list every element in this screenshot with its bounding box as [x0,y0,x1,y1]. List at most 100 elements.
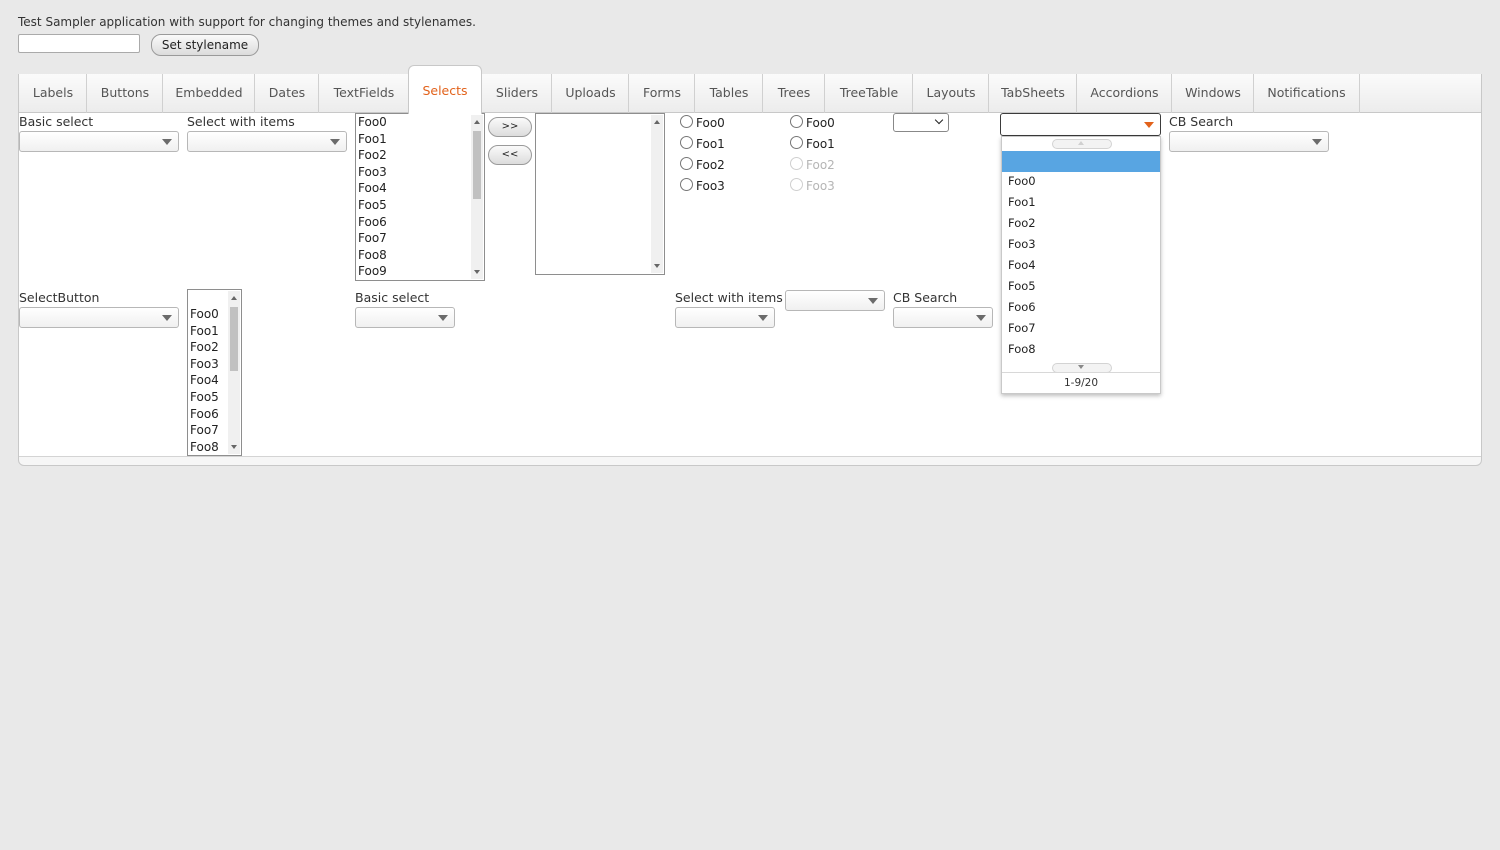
list-item[interactable]: Foo3 [190,356,219,373]
tab-uploads[interactable]: Uploads [551,74,629,113]
scroll-down-icon[interactable] [654,264,660,268]
twincol-add-button[interactable]: >> [488,117,532,137]
set-stylename-button[interactable]: Set stylename [151,34,259,56]
tab-textfields[interactable]: TextFields [318,74,409,113]
select-with-items[interactable] [187,131,347,152]
list-item[interactable]: Foo6 [190,406,219,423]
list-item[interactable]: Foo8 [190,439,219,455]
tab-forms[interactable]: Forms [628,74,695,113]
popup-option[interactable]: Foo5 [1008,276,1036,297]
list-item[interactable]: Foo2 [190,339,219,356]
list-item[interactable]: Foo8 [358,247,387,264]
radio-icon[interactable] [790,136,803,149]
chevron-down-icon[interactable] [1312,139,1322,145]
list-item[interactable]: Foo0 [358,114,387,131]
radio-icon[interactable] [680,136,693,149]
radio-icon[interactable] [790,115,803,128]
scroll-down-icon[interactable] [474,270,480,274]
option-item-disabled: Foo3 [790,176,835,197]
list-item[interactable]: Foo9 [358,263,387,280]
radio-icon[interactable] [680,178,693,191]
popup-selected-empty-option[interactable] [1002,151,1160,172]
tab-windows[interactable]: Windows [1171,74,1254,113]
select-button[interactable] [19,307,179,328]
twincol-selected-list[interactable] [535,113,665,275]
list-select[interactable]: Foo0 Foo1 Foo2 Foo3 Foo4 Foo5 Foo6 Foo7 … [355,113,485,281]
chevron-down-icon[interactable] [1144,122,1154,128]
list-item[interactable]: Foo5 [190,389,219,406]
scroll-up-icon[interactable] [231,296,237,300]
popup-option[interactable]: Foo6 [1008,297,1036,318]
list-item[interactable]: Foo2 [358,147,387,164]
option-item[interactable]: Foo0 [790,113,835,134]
list-item[interactable]: Foo7 [190,422,219,439]
combobox-open[interactable] [1000,113,1161,136]
popup-option[interactable]: Foo3 [1008,234,1036,255]
popup-option[interactable]: Foo1 [1008,192,1036,213]
cb-search-combo-2[interactable] [893,307,993,328]
tab-treetable[interactable]: TreeTable [824,74,913,113]
option-item[interactable]: Foo0 [680,113,725,134]
list-item[interactable]: Foo5 [358,197,387,214]
stylename-input[interactable] [18,34,140,53]
tab-accordions[interactable]: Accordions [1076,74,1172,113]
option-item[interactable]: Foo1 [680,134,725,155]
chevron-down-icon[interactable] [976,315,986,321]
tab-buttons[interactable]: Buttons [86,74,163,113]
tab-selects[interactable]: Selects [408,65,482,114]
list-item[interactable]: Foo4 [190,372,219,389]
popup-option[interactable]: Foo8 [1008,339,1036,360]
uncaptioned-combo[interactable] [785,290,885,311]
tab-labels[interactable]: Labels [19,74,87,113]
chevron-down-icon[interactable] [330,139,340,145]
tab-notifications[interactable]: Notifications [1253,74,1360,113]
cb-search-caption-2: CB Search [893,290,958,305]
tab-tables[interactable]: Tables [694,74,763,113]
tab-tabsheets[interactable]: TabSheets [988,74,1077,113]
tab-sliders[interactable]: Sliders [481,74,552,113]
tab-dates[interactable]: Dates [254,74,319,113]
basic-select-2[interactable] [355,307,455,328]
list-select-2[interactable]: Foo0 Foo1 Foo2 Foo3 Foo4 Foo5 Foo6 Foo7 … [187,289,242,456]
scroll-up-icon[interactable] [654,120,660,124]
option-item[interactable]: Foo2 [680,155,725,176]
basic-select[interactable] [19,131,179,152]
chevron-down-icon[interactable] [438,315,448,321]
chevron-down-icon[interactable] [162,315,172,321]
scroll-thumb[interactable] [473,131,481,199]
popup-option[interactable]: Foo0 [1008,171,1036,192]
list-item[interactable]: Foo7 [358,230,387,247]
popup-option[interactable]: Foo2 [1008,213,1036,234]
scrollbar[interactable] [228,291,240,454]
scroll-up-icon[interactable] [474,120,480,124]
popup-prev-page[interactable] [1052,139,1112,149]
select-with-items-caption-2: Select with items [675,290,783,305]
cb-search-combo[interactable] [1169,131,1329,152]
radio-icon[interactable] [680,157,693,170]
scrollbar[interactable] [651,115,663,273]
chevron-down-icon[interactable] [758,315,768,321]
chevron-down-icon[interactable] [934,115,944,125]
select-with-items-2[interactable] [675,307,775,328]
scrollbar[interactable] [471,115,483,279]
twincol-remove-button[interactable]: << [488,145,532,165]
list-item[interactable]: Foo1 [358,131,387,148]
tab-embedded[interactable]: Embedded [162,74,255,113]
list-item[interactable]: Foo6 [358,214,387,231]
list-item[interactable]: Foo1 [190,323,219,340]
tab-layouts[interactable]: Layouts [912,74,989,113]
popup-option[interactable]: Foo7 [1008,318,1036,339]
scroll-down-icon[interactable] [231,445,237,449]
native-select[interactable] [893,113,949,132]
scroll-thumb[interactable] [230,307,238,371]
chevron-down-icon[interactable] [162,139,172,145]
chevron-down-icon[interactable] [868,298,878,304]
option-item[interactable]: Foo3 [680,176,725,197]
list-item[interactable]: Foo4 [358,180,387,197]
popup-option[interactable]: Foo4 [1008,255,1036,276]
list-item[interactable]: Foo3 [358,164,387,181]
tab-trees[interactable]: Trees [762,74,825,113]
option-item[interactable]: Foo1 [790,134,835,155]
list-item[interactable]: Foo0 [190,306,219,323]
radio-icon[interactable] [680,115,693,128]
